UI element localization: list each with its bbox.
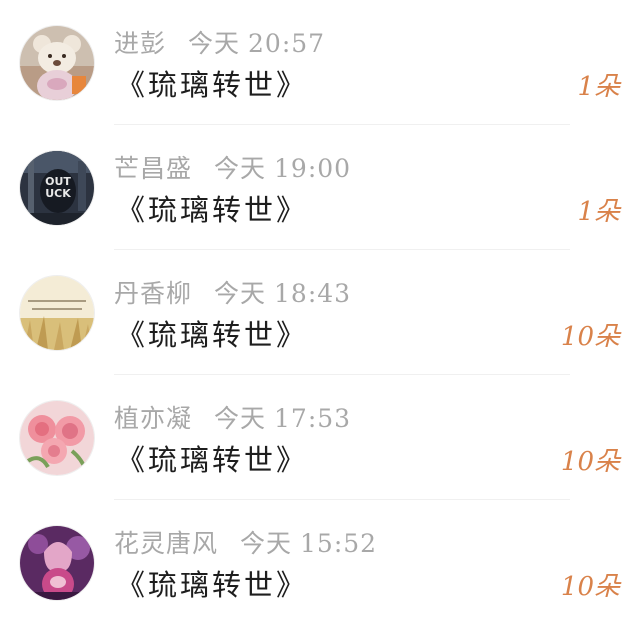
sender-name[interactable]: 丹香柳 [114,279,192,308]
message-day: 今天 [214,154,267,183]
dark-poster-photo-icon: OUT UCK [20,151,94,225]
teddy-bear-photo-icon [20,26,94,100]
message-meta: 芒昌盛 今天 19:00 [114,149,351,183]
message-text: 《琉璃转世》 [116,318,309,352]
message-time: 15:52 [300,529,378,558]
avatar[interactable] [20,401,94,475]
flower-count: 10朵 [560,572,620,602]
list-item[interactable]: 花灵唐风 今天 15:52 《琉璃转世》 10朵 [0,500,640,625]
avatar[interactable] [20,526,94,600]
message-time: 20:57 [248,29,326,58]
flower-count: 1朵 [577,197,620,227]
anime-girl-photo-icon [20,526,94,600]
message-meta: 花灵唐风 今天 15:52 [114,524,377,558]
message-time: 19:00 [274,154,352,183]
svg-text:UCK: UCK [45,187,71,200]
message-day: 今天 [240,529,293,558]
avatar[interactable]: OUT UCK [20,151,94,225]
message-text: 《琉璃转世》 [116,568,309,602]
list-item[interactable]: OUT UCK 芒昌盛 今天 19:00 《琉璃转世》 1朵 [0,125,640,250]
list-item[interactable]: 进彭 今天 20:57 《琉璃转世》 1朵 [0,0,640,125]
gift-message-list: 进彭 今天 20:57 《琉璃转世》 1朵 OUT UCK 芒昌盛 今天 19:00 《… [0,0,640,632]
message-time: 18:43 [274,279,352,308]
message-meta: 丹香柳 今天 18:43 [114,274,351,308]
wheat-field-photo-icon [20,276,94,350]
message-time: 17:53 [274,404,352,433]
message-text: 《琉璃转世》 [116,193,309,227]
avatar[interactable] [20,26,94,100]
message-meta: 进彭 今天 20:57 [114,24,325,58]
avatar[interactable] [20,276,94,350]
message-day: 今天 [188,29,241,58]
pink-roses-photo-icon [20,401,94,475]
sender-name[interactable]: 进彭 [114,29,166,58]
message-meta: 植亦凝 今天 17:53 [114,399,351,433]
flower-count: 1朵 [577,72,620,102]
flower-count: 10朵 [560,447,620,477]
list-item[interactable]: 植亦凝 今天 17:53 《琉璃转世》 10朵 [0,375,640,500]
message-day: 今天 [214,404,267,433]
sender-name[interactable]: 植亦凝 [114,404,192,433]
flower-count: 10朵 [560,322,620,352]
message-text: 《琉璃转世》 [116,443,309,477]
sender-name[interactable]: 花灵唐风 [114,529,218,558]
message-text: 《琉璃转世》 [116,68,309,102]
list-item[interactable]: 丹香柳 今天 18:43 《琉璃转世》 10朵 [0,250,640,375]
message-day: 今天 [214,279,267,308]
sender-name[interactable]: 芒昌盛 [114,154,192,183]
